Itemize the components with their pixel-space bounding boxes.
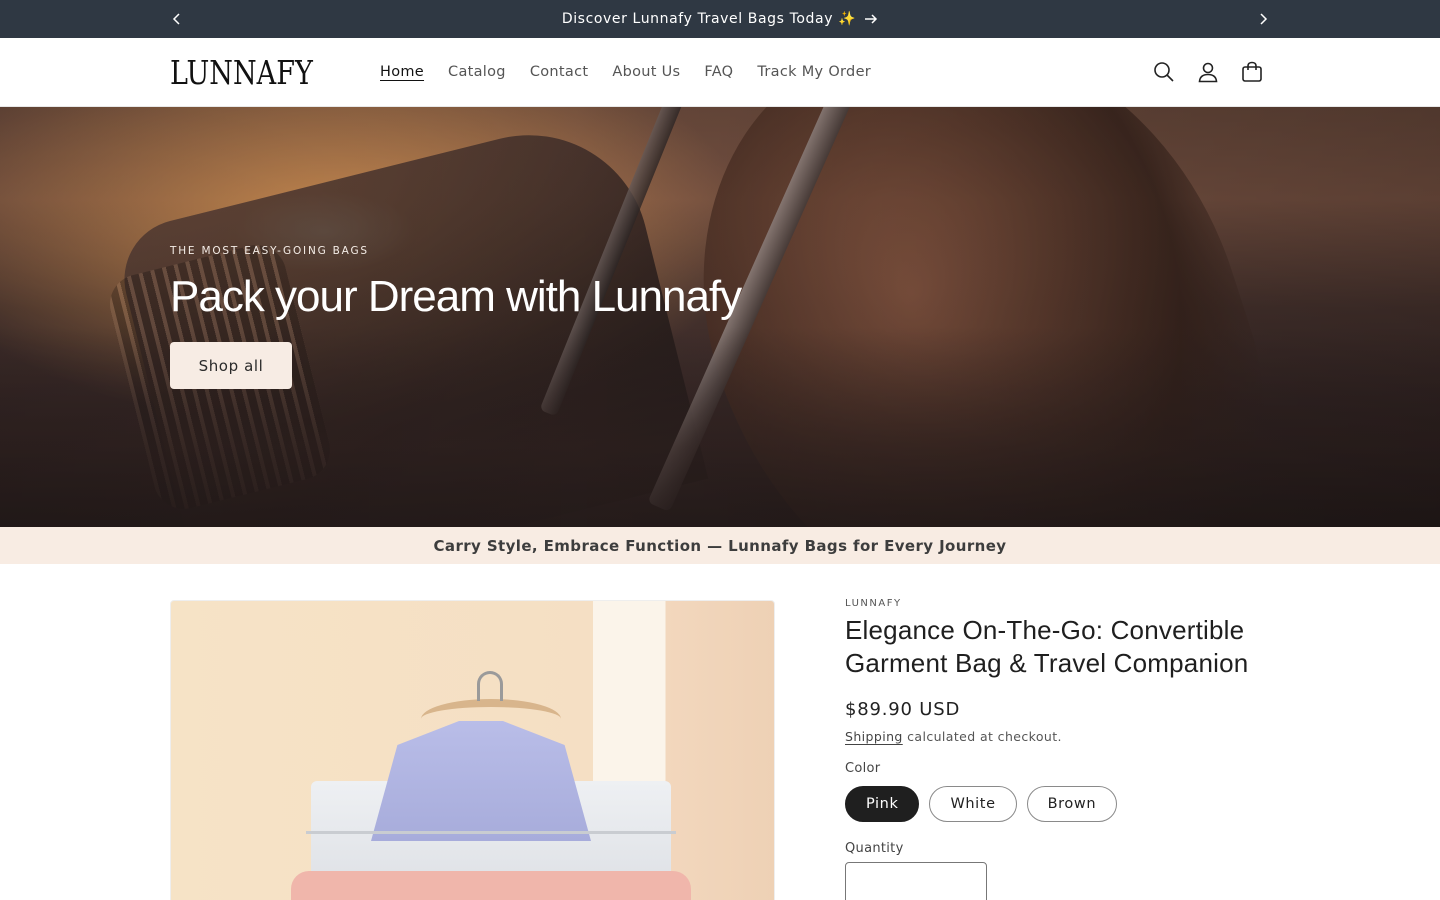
product-price: $89.90 USD <box>845 699 961 720</box>
announcement-bar: Discover Lunnafy Travel Bags Today ✨ <box>0 0 1440 38</box>
nav-track-my-order[interactable]: Track My Order <box>745 64 883 80</box>
hanger-shape <box>421 699 561 739</box>
nav-about-us[interactable]: About Us <box>600 64 692 80</box>
hero-headline: Pack your Dream with Lunnafy <box>170 272 742 321</box>
tagline-strip: Carry Style, Embrace Function — Lunnafy … <box>0 527 1440 564</box>
quantity-label: Quantity <box>845 841 904 856</box>
announcement-next-button[interactable] <box>1253 9 1273 29</box>
color-option-brown[interactable]: Brown <box>1026 786 1118 822</box>
product-info: LUNNAFY Elegance On-The-Go: Convertible … <box>845 598 1275 900</box>
tagline-text: Carry Style, Embrace Function — Lunnafy … <box>433 536 1007 555</box>
jacket-shape <box>371 721 591 841</box>
bag-body <box>291 871 691 900</box>
shipping-note-text: calculated at checkout. <box>902 729 1062 744</box>
account-icon[interactable] <box>1194 56 1222 88</box>
product-title: Elegance On-The-Go: Convertible Garment … <box>845 615 1249 678</box>
search-icon[interactable] <box>1150 56 1178 88</box>
color-label: Color <box>845 761 881 776</box>
logo[interactable]: LUNNAFY <box>170 53 313 93</box>
product-vendor: LUNNAFY <box>845 598 902 609</box>
product-image[interactable] <box>170 600 775 900</box>
color-options: Pink White Brown <box>845 786 1275 822</box>
bag-fold-line <box>306 831 676 834</box>
color-option-pink[interactable]: Pink <box>845 786 920 822</box>
nav-contact[interactable]: Contact <box>518 64 601 80</box>
shop-all-button[interactable]: Shop all <box>170 342 292 389</box>
shipping-link[interactable]: Shipping <box>845 729 903 744</box>
shipping-note: Shipping calculated at checkout. <box>845 729 1275 744</box>
announcement-message[interactable]: Discover Lunnafy Travel Bags Today ✨ <box>0 0 1440 38</box>
announcement-text[interactable]: Discover Lunnafy Travel Bags Today ✨ <box>562 11 856 27</box>
main-nav: Home Catalog Contact About Us FAQ Track … <box>368 38 883 106</box>
chevron-right-icon <box>1260 13 1268 25</box>
cart-icon[interactable] <box>1238 56 1266 88</box>
hero-eyebrow: THE MOST EASY-GOING BAGS <box>170 245 369 257</box>
arrow-right-icon <box>864 14 878 24</box>
site-header: LUNNAFY Home Catalog Contact About Us FA… <box>0 38 1440 107</box>
nav-catalog[interactable]: Catalog <box>436 64 518 80</box>
nav-home[interactable]: Home <box>368 64 436 80</box>
quantity-stepper[interactable] <box>845 862 987 900</box>
hero-banner: THE MOST EASY-GOING BAGS Pack your Dream… <box>0 107 1440 527</box>
header-icons <box>1150 56 1266 88</box>
nav-faq[interactable]: FAQ <box>692 64 745 80</box>
hero-content: THE MOST EASY-GOING BAGS Pack your Dream… <box>170 245 742 389</box>
hanger-hook <box>477 671 503 701</box>
color-option-white[interactable]: White <box>929 786 1017 822</box>
